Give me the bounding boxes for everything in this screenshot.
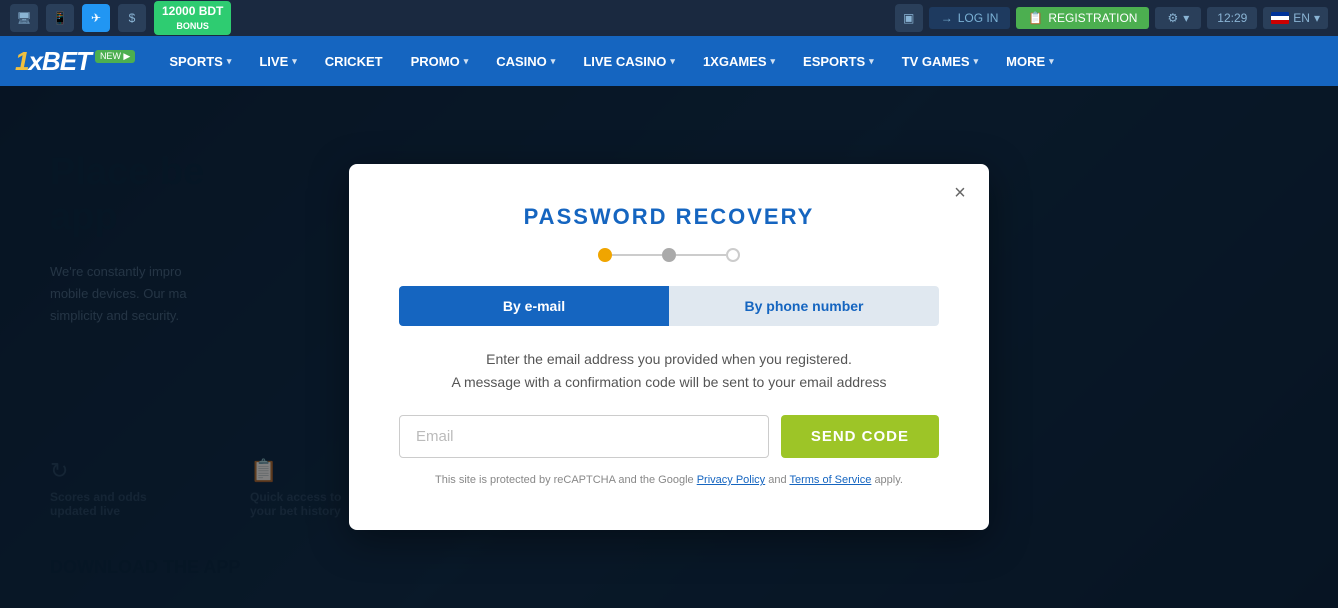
progress-step-1 [598, 248, 612, 262]
cricket-label: CRICKET [325, 54, 383, 69]
casino-label: CASINO [496, 54, 547, 69]
nav-tv-games[interactable]: TV GAMES ▾ [888, 36, 992, 86]
top-bar-left: 🖥 📱 ✈ $ 12000 BDT BONUS [10, 1, 231, 34]
and-text: and [768, 474, 786, 486]
main-content: Place be app We're constantly impromobil… [0, 86, 1338, 608]
terms-link[interactable]: Terms of Service [789, 474, 871, 486]
send-code-button[interactable]: SEND CODE [781, 415, 939, 458]
language-button[interactable]: EN ▾ [1263, 7, 1328, 29]
logo-area: 1xBET NEW ▶ [15, 46, 135, 77]
top-bar: 🖥 📱 ✈ $ 12000 BDT BONUS ▣ → LOG IN 📋 REG… [0, 0, 1338, 36]
nav-1xgames[interactable]: 1XGAMES ▾ [689, 36, 789, 86]
apply-text: apply. [874, 474, 903, 486]
settings-icon: ⚙ [1167, 11, 1178, 25]
progress-step-2 [662, 248, 676, 262]
registration-button[interactable]: 📋 REGISTRATION [1016, 7, 1149, 29]
dollar-icon[interactable]: $ [118, 4, 146, 32]
live-casino-label: LIVE CASINO [583, 54, 666, 69]
settings-button[interactable]: ⚙ ▾ [1155, 7, 1201, 29]
privacy-policy-link[interactable]: Privacy Policy [697, 474, 765, 486]
qr-icon[interactable]: ▣ [895, 4, 923, 32]
time-widget: 12:29 [1207, 7, 1257, 29]
promo-label: PROMO [411, 54, 460, 69]
sports-label: SPORTS [169, 54, 222, 69]
chevron-sports: ▾ [227, 56, 232, 67]
nav-cricket[interactable]: CRICKET [311, 36, 397, 86]
bonus-label: BONUS [162, 20, 223, 33]
progress-line-2 [676, 254, 726, 256]
nav-esports[interactable]: ESPORTS ▾ [789, 36, 888, 86]
tab-phone[interactable]: By phone number [669, 286, 939, 326]
recaptcha-prefix: This site is protected by reCAPTCHA and … [435, 474, 694, 486]
modal-title: PASSWORD RECOVERY [399, 204, 939, 230]
desktop-icon[interactable]: 🖥 [10, 4, 38, 32]
login-label: LOG IN [958, 11, 999, 25]
nav-bar: 1xBET NEW ▶ SPORTS ▾ LIVE ▾ CRICKET PROM… [0, 36, 1338, 86]
recaptcha-notice: This site is protected by reCAPTCHA and … [399, 472, 939, 490]
more-label: MORE [1006, 54, 1045, 69]
reg-label: REGISTRATION [1048, 11, 1137, 25]
1xgames-label: 1XGAMES [703, 54, 767, 69]
nav-promo[interactable]: PROMO ▾ [397, 36, 483, 86]
flag-icon [1271, 12, 1289, 24]
modal-close-button[interactable]: × [946, 179, 974, 207]
progress-step-3 [726, 248, 740, 262]
new-badge: NEW ▶ [95, 50, 135, 63]
top-bar-right: ▣ → LOG IN 📋 REGISTRATION ⚙ ▾ 12:29 EN ▾ [895, 4, 1328, 32]
input-row: SEND CODE [399, 415, 939, 458]
bonus-amount: 12000 BDT [162, 3, 223, 20]
progress-line-1 [612, 254, 662, 256]
modal-description: Enter the email address you provided whe… [399, 348, 939, 393]
chevron-settings: ▾ [1183, 11, 1189, 25]
chevron-live: ▾ [292, 56, 297, 67]
tab-email[interactable]: By e-mail [399, 286, 669, 326]
login-icon: → [941, 11, 953, 25]
chevron-1xgames: ▾ [771, 56, 776, 67]
bonus-badge[interactable]: 12000 BDT BONUS [154, 1, 231, 34]
telegram-icon[interactable]: ✈ [82, 4, 110, 32]
password-recovery-modal: × PASSWORD RECOVERY By e-mail By phone n… [349, 164, 989, 529]
lang-label: EN [1293, 11, 1310, 25]
modal-overlay: × PASSWORD RECOVERY By e-mail By phone n… [0, 86, 1338, 608]
nav-live-casino[interactable]: LIVE CASINO ▾ [569, 36, 689, 86]
chevron-live-casino: ▾ [670, 56, 675, 67]
chevron-casino: ▾ [551, 56, 556, 67]
nav-sports[interactable]: SPORTS ▾ [155, 36, 245, 86]
nav-more[interactable]: MORE ▾ [992, 36, 1068, 86]
desc-line2: A message with a confirmation code will … [452, 374, 887, 390]
logo[interactable]: 1xBET [15, 46, 91, 77]
chevron-esports: ▾ [869, 56, 874, 67]
progress-bar [399, 248, 939, 262]
chevron-tv-games: ▾ [974, 56, 979, 67]
mobile-icon[interactable]: 📱 [46, 4, 74, 32]
desc-line1: Enter the email address you provided whe… [486, 351, 852, 367]
tv-games-label: TV GAMES [902, 54, 970, 69]
recovery-tabs: By e-mail By phone number [399, 286, 939, 326]
nav-live[interactable]: LIVE ▾ [245, 36, 310, 86]
esports-label: ESPORTS [803, 54, 865, 69]
live-label: LIVE [259, 54, 288, 69]
login-button[interactable]: → LOG IN [929, 7, 1011, 29]
chevron-more: ▾ [1049, 56, 1054, 67]
email-input[interactable] [399, 415, 769, 458]
nav-items: SPORTS ▾ LIVE ▾ CRICKET PROMO ▾ CASINO ▾… [155, 36, 1067, 86]
chevron-promo: ▾ [464, 56, 469, 67]
nav-casino[interactable]: CASINO ▾ [482, 36, 569, 86]
reg-icon: 📋 [1028, 11, 1043, 25]
chevron-lang: ▾ [1314, 11, 1320, 25]
